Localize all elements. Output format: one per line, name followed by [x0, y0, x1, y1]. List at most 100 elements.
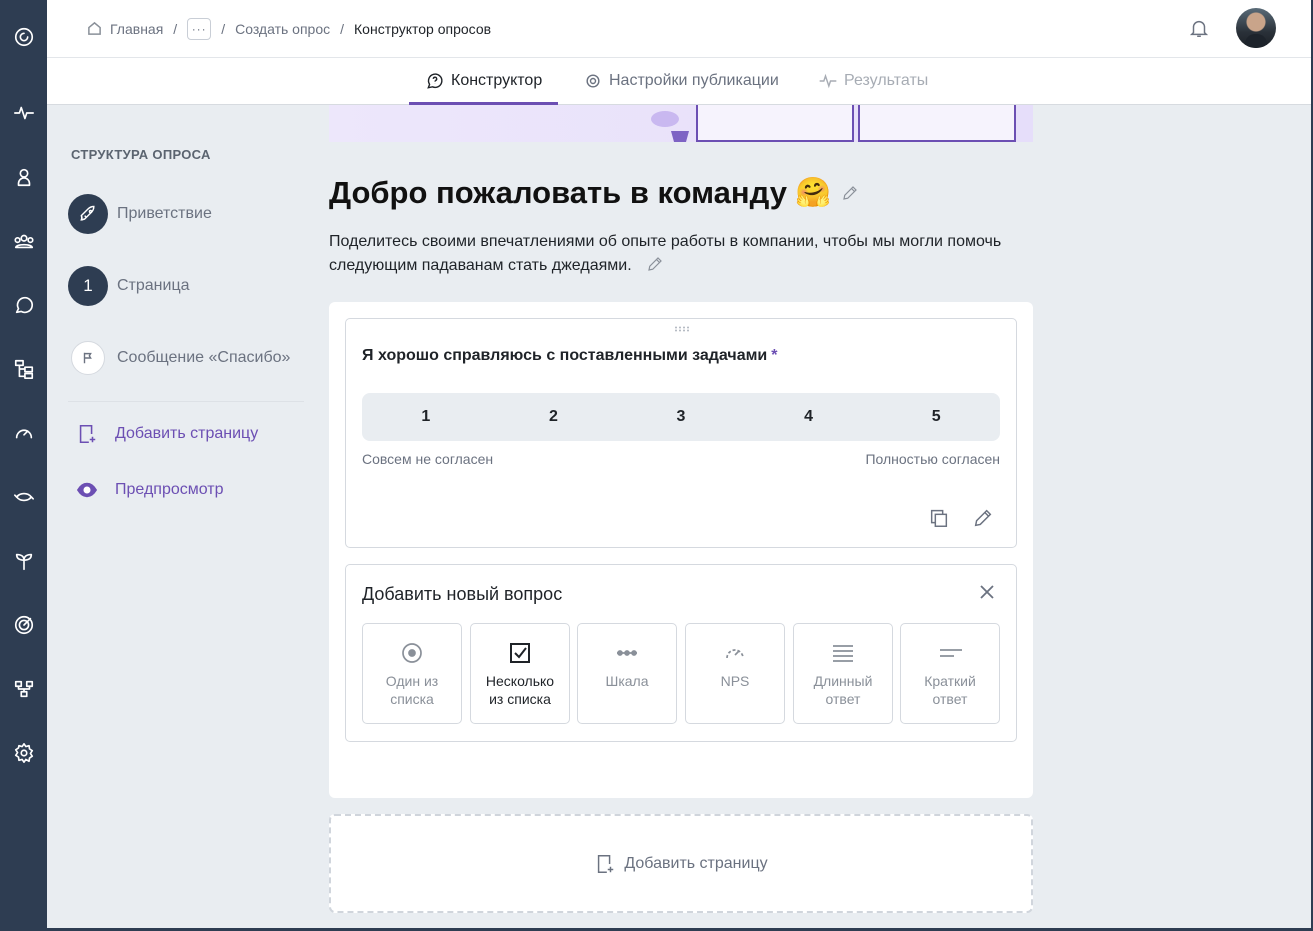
target-icon[interactable]	[0, 607, 47, 643]
tab-constructor-label: Конструктор	[451, 72, 543, 89]
page-description-text: Поделитесь своими впечатлениями об опыте…	[329, 233, 1002, 274]
home-icon	[88, 21, 101, 35]
pencil-icon	[974, 509, 992, 527]
short-text-icon	[940, 649, 962, 657]
qtype-scale[interactable]: Шкала	[577, 623, 677, 724]
qtype-single-choice[interactable]: Один из списка	[362, 623, 462, 724]
breadcrumb-home-label: Главная	[110, 21, 164, 37]
user-avatar[interactable]	[1236, 8, 1276, 48]
step-page[interactable]: 1 Страница	[68, 266, 190, 306]
copy-icon	[930, 509, 948, 527]
flag-icon	[83, 352, 92, 364]
notifications-button[interactable]	[1188, 17, 1212, 41]
add-page-button-label: Добавить страницу	[624, 854, 768, 872]
welcome-banner-image	[329, 105, 1033, 142]
breadcrumb-create-survey[interactable]: Создать опрос	[235, 21, 330, 37]
qtype-short-answer[interactable]: Краткий ответ	[900, 623, 1000, 724]
survey-structure-title: СТРУКТУРА ОПРОСА	[71, 147, 211, 162]
drag-handle-icon[interactable]	[674, 326, 690, 332]
scale-option[interactable]: 4	[745, 393, 873, 441]
scale-min-label: Совсем не согласен	[362, 451, 494, 467]
long-text-icon	[833, 645, 853, 662]
qtype-label: NPS	[720, 673, 750, 689]
required-mark: *	[771, 347, 778, 364]
step-thanks-badge	[71, 341, 105, 375]
add-page-button[interactable]: Добавить страницу	[329, 814, 1033, 913]
breadcrumb-separator: /	[173, 21, 178, 37]
top-bar: Главная / ··· / Создать опрос / Конструк…	[47, 0, 1313, 58]
app-logo-icon[interactable]	[0, 19, 47, 55]
cycle-icon[interactable]	[0, 479, 47, 515]
page-description: Поделитесь своими впечатлениями об опыте…	[329, 230, 1029, 278]
frame-illustration	[858, 105, 1016, 142]
add-question-title: Добавить новый вопрос	[362, 584, 563, 604]
sidebar-divider	[68, 401, 304, 402]
qtype-nps[interactable]: NPS	[685, 623, 785, 724]
scale-max-label: Полностью согласен	[865, 451, 1000, 467]
tab-results: Результаты	[818, 58, 928, 104]
qtype-label: Один из списка	[385, 673, 439, 707]
speedometer-icon[interactable]	[0, 415, 47, 451]
tab-publication-settings-label: Настройки публикации	[609, 72, 779, 89]
duplicate-question-button[interactable]	[928, 507, 952, 531]
qtype-label: Несколько из списка	[485, 673, 555, 707]
rocket-icon	[80, 205, 95, 221]
scale-icon	[617, 650, 637, 656]
breadcrumb-more-button[interactable]: ···	[187, 18, 212, 40]
survey-icon[interactable]	[0, 287, 47, 323]
plant-illustration	[651, 111, 689, 142]
qtype-label: Краткий ответ	[924, 673, 976, 707]
pulse-icon	[819, 73, 837, 89]
edit-question-button[interactable]	[972, 507, 996, 531]
close-icon	[980, 585, 994, 599]
page-card: Я хорошо справляюсь с поставленными зада…	[329, 302, 1033, 798]
breadcrumb-home[interactable]: Главная	[87, 21, 163, 37]
person-icon[interactable]	[0, 159, 47, 195]
breadcrumb-separator: /	[340, 21, 345, 37]
tab-results-label: Результаты	[844, 72, 929, 89]
question-title: Я хорошо справляюсь с поставленными зада…	[362, 347, 778, 365]
team-icon[interactable]	[0, 223, 47, 259]
step-page-number: 1	[68, 266, 108, 306]
step-thanks[interactable]: Сообщение «Спасибо»	[68, 338, 290, 378]
rating-scale: 1 2 3 4 5	[362, 393, 1000, 441]
radio-icon	[402, 643, 422, 663]
settings-icon[interactable]	[0, 735, 47, 771]
step-welcome-label: Приветствие	[117, 205, 212, 222]
step-welcome-badge	[68, 194, 108, 234]
scale-option[interactable]: 3	[617, 393, 745, 441]
qtype-long-answer[interactable]: Длинный ответ	[793, 623, 893, 724]
preview-link[interactable]: Предпросмотр	[76, 478, 224, 502]
add-page-label: Добавить страницу	[115, 425, 259, 442]
breadcrumb: Главная / ··· / Создать опрос / Конструк…	[87, 18, 491, 40]
gear-icon	[586, 74, 600, 88]
workflow-icon[interactable]	[0, 671, 47, 707]
question-card[interactable]: Я хорошо справляюсь с поставленными зада…	[345, 318, 1017, 548]
bell-icon	[1189, 20, 1209, 37]
edit-title-icon[interactable]	[841, 184, 859, 202]
qtype-multiple-choice[interactable]: Несколько из списка	[470, 623, 570, 724]
scale-option[interactable]: 5	[872, 393, 1000, 441]
breadcrumb-separator: /	[221, 21, 226, 37]
add-question-panel: Добавить новый вопрос Один из списка Нес…	[345, 564, 1017, 742]
tab-constructor[interactable]: Конструктор	[409, 58, 559, 105]
step-welcome[interactable]: Приветствие	[68, 194, 212, 234]
app-rail	[0, 0, 47, 931]
scale-option[interactable]: 1	[362, 393, 490, 441]
page-title-emoji: 🤗	[794, 177, 832, 209]
question-bubble-icon	[427, 73, 443, 89]
add-page-link[interactable]: Добавить страницу	[76, 422, 258, 446]
growth-icon[interactable]	[0, 543, 47, 579]
frame-illustration	[696, 105, 854, 142]
page-title: Добро пожаловать в команду 🤗	[329, 175, 859, 211]
checkbox-icon	[510, 643, 530, 663]
edit-description-icon[interactable]	[646, 255, 664, 273]
scale-option[interactable]: 2	[490, 393, 618, 441]
page-title-text: Добро пожаловать в команду	[329, 175, 787, 210]
preview-label: Предпросмотр	[115, 481, 224, 498]
close-add-question-button[interactable]	[978, 583, 998, 603]
org-structure-icon[interactable]	[0, 351, 47, 387]
step-thanks-label: Сообщение «Спасибо»	[117, 349, 291, 366]
pulse-icon[interactable]	[0, 95, 47, 131]
tab-publication-settings[interactable]: Настройки публикации	[583, 58, 779, 104]
